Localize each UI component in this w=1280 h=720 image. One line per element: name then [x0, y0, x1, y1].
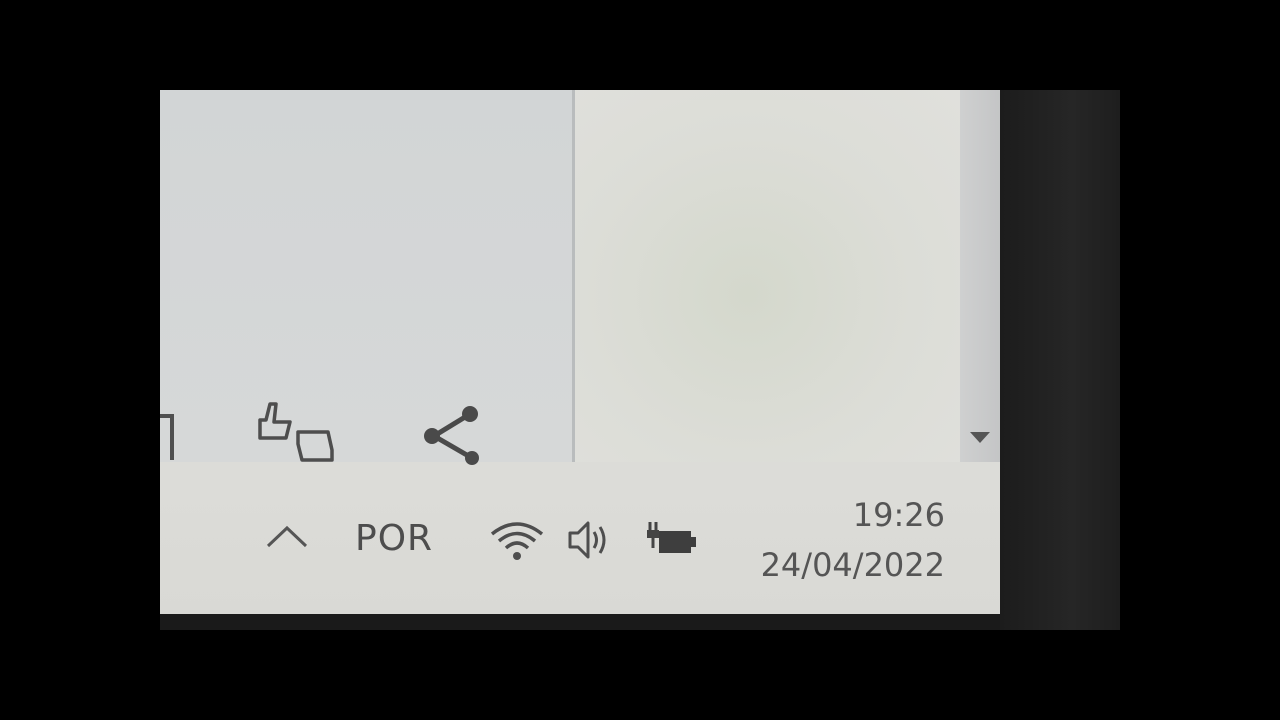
- like-dislike-icon[interactable]: [256, 398, 338, 466]
- left-pane: [160, 90, 572, 462]
- taskbar: POR 19:26 24/04/2022: [160, 490, 1000, 614]
- share-icon[interactable]: [420, 402, 486, 466]
- photographed-monitor: POR 19:26 24/04/2022: [160, 90, 1120, 630]
- wifi-icon[interactable]: [488, 520, 546, 562]
- right-pane: [575, 90, 960, 462]
- monitor-bezel-bottom: [160, 614, 1000, 630]
- monitor-bezel-right: [1000, 90, 1120, 630]
- battery-charging-icon[interactable]: [644, 518, 700, 562]
- scrollbar[interactable]: [960, 90, 1000, 462]
- chevron-up-icon[interactable]: [264, 524, 310, 550]
- speaker-icon[interactable]: [566, 518, 612, 562]
- clock-date[interactable]: 24/04/2022: [740, 546, 945, 584]
- partial-icon[interactable]: [160, 408, 180, 464]
- triangle-down-icon[interactable]: [970, 432, 990, 443]
- clock-time[interactable]: 19:26: [850, 496, 945, 534]
- language-indicator[interactable]: POR: [355, 518, 433, 559]
- screen: POR 19:26 24/04/2022: [160, 90, 1000, 614]
